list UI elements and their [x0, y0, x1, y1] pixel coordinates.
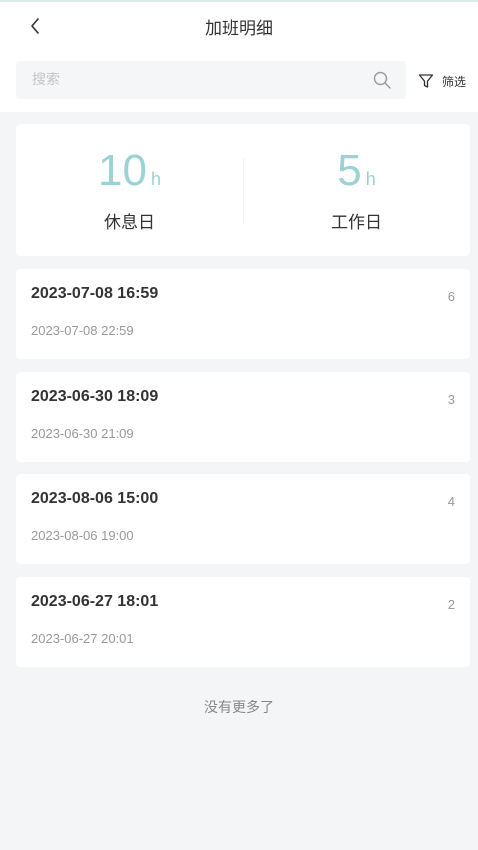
record-end-time: 2023-06-27 20:01: [31, 631, 134, 646]
record-end-time: 2023-07-08 22:59: [31, 323, 134, 338]
search-input[interactable]: [16, 61, 370, 99]
filter-label: 筛选: [442, 74, 467, 89]
rest-day-unit: h: [150, 169, 161, 189]
filter-icon: [418, 74, 434, 88]
overtime-record-item[interactable]: 2023-06-30 18:09 2023-06-30 21:09 3: [16, 372, 470, 462]
summary-card: 10 h 休息日 5h 工作日: [16, 124, 470, 256]
summary-rest-day: 10 h 休息日: [16, 124, 243, 256]
record-hours: 3: [447, 392, 455, 407]
page-title: 加班明细: [205, 19, 273, 39]
search-bar: 筛选: [0, 50, 478, 112]
search-box: [16, 61, 406, 99]
summary-work-day: 5h 工作日: [243, 124, 470, 256]
nav-header: 加班明细: [0, 2, 478, 50]
record-start-time: 2023-08-06 15:00: [31, 490, 159, 507]
search-icon[interactable]: [370, 68, 394, 92]
record-hours: 4: [447, 494, 455, 509]
list-end-message: 没有更多了: [204, 700, 274, 716]
work-day-hours: 5: [337, 146, 362, 195]
record-start-time: 2023-07-08 16:59: [31, 285, 159, 302]
overtime-record-item[interactable]: 2023-07-08 16:59 2023-07-08 22:59 6: [16, 269, 470, 359]
record-hours: 2: [447, 597, 455, 612]
work-day-value: 5h: [243, 146, 470, 196]
filter-button[interactable]: 筛选: [418, 70, 466, 92]
record-end-time: 2023-06-30 21:09: [31, 426, 134, 441]
work-day-label: 工作日: [331, 213, 382, 233]
record-end-time: 2023-08-06 19:00: [31, 528, 134, 543]
work-day-unit: h: [365, 169, 376, 189]
overtime-record-item[interactable]: 2023-06-27 18:01 2023-06-27 20:01 2: [16, 577, 470, 667]
rest-day-label: 休息日: [104, 213, 155, 233]
record-start-time: 2023-06-30 18:09: [31, 388, 159, 405]
rest-day-value: 10 h: [16, 146, 243, 196]
record-start-time: 2023-06-27 18:01: [31, 593, 159, 610]
record-hours: 6: [447, 289, 455, 304]
rest-day-hours: 10: [98, 146, 147, 195]
overtime-record-item[interactable]: 2023-08-06 15:00 2023-08-06 19:00 4: [16, 474, 470, 564]
